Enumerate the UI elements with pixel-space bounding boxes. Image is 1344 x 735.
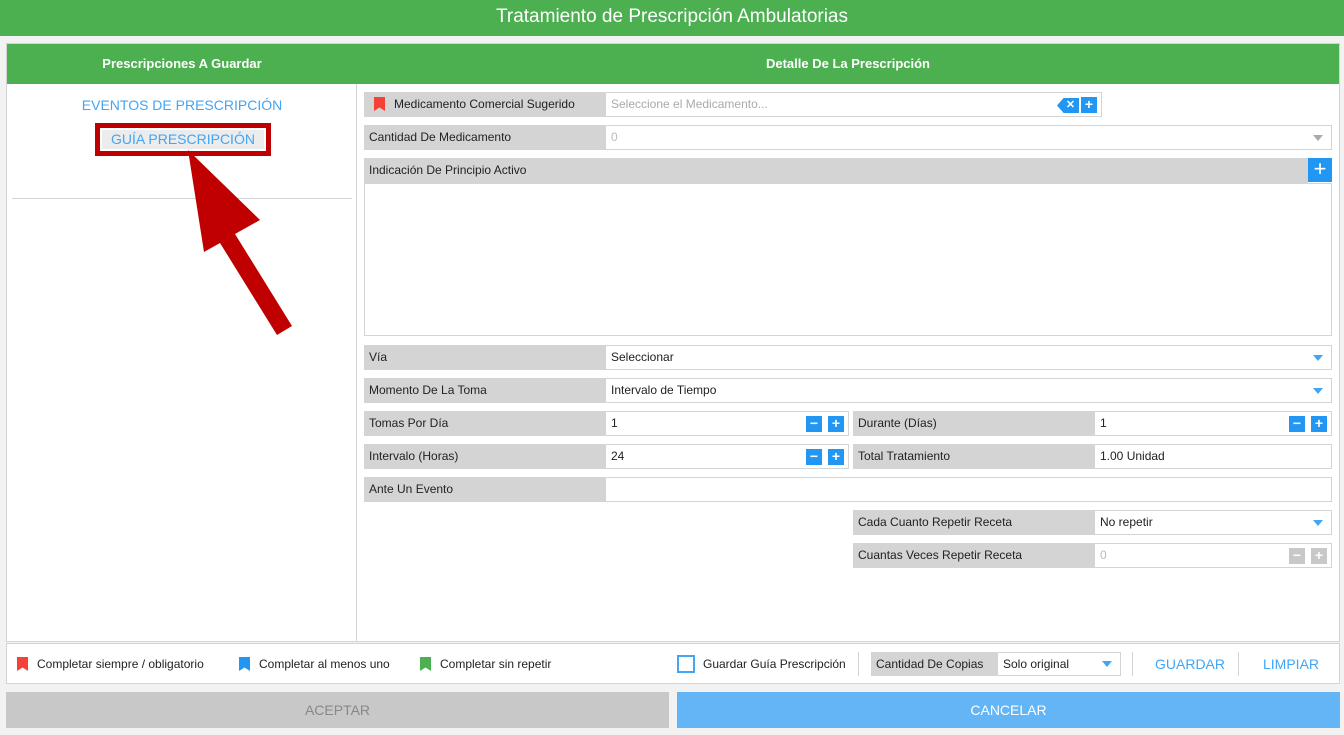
ante-evento-field[interactable] xyxy=(605,477,1332,502)
guardar-guia-checkbox[interactable] xyxy=(677,655,695,673)
momento-select[interactable]: Intervalo de Tiempo xyxy=(605,378,1332,403)
durante-label: Durante (Días) xyxy=(853,411,1094,436)
intervalo-label: Intervalo (Horas) xyxy=(364,444,605,469)
ante-evento-label: Ante Un Evento xyxy=(364,477,605,502)
chevron-down-icon xyxy=(1313,520,1323,526)
saved-prescriptions-title: Prescripciones A Guardar xyxy=(102,56,262,71)
medicamento-label: Medicamento Comercial Sugerido xyxy=(364,92,605,117)
via-label: Vía xyxy=(364,345,605,370)
cada-cuanto-select[interactable]: No repetir xyxy=(1094,510,1332,535)
add-medicamento-button[interactable]: + xyxy=(1081,97,1097,113)
annotation-arrow-icon xyxy=(188,150,292,335)
divider xyxy=(1132,652,1133,676)
tomas-stepper[interactable]: 1 − + xyxy=(605,411,849,436)
eventos-prescripcion-link[interactable]: EVENTOS DE PRESCRIPCIÓN xyxy=(7,97,357,113)
tomas-increment-button[interactable]: + xyxy=(828,416,844,432)
window-title: Tratamiento de Prescripción Ambulatorias xyxy=(0,0,1344,36)
divider xyxy=(1238,652,1239,676)
panel-header: Prescripciones A Guardar Detalle De La P… xyxy=(7,44,1339,84)
cuantas-veces-stepper[interactable]: 0 − + xyxy=(1094,543,1332,568)
cuantas-veces-decrement-button: − xyxy=(1289,548,1305,564)
guardar-button[interactable]: GUARDAR xyxy=(1155,656,1225,672)
momento-label: Momento De La Toma xyxy=(364,378,605,403)
add-indicacion-button[interactable]: + xyxy=(1308,158,1332,182)
intervalo-decrement-button[interactable]: − xyxy=(806,449,822,465)
indicacion-label: Indicación De Principio Activo xyxy=(364,158,1308,183)
at-least-one-flag-icon xyxy=(239,657,250,671)
guia-prescripcion-link[interactable]: GUÍA PRESCRIPCIÓN xyxy=(102,130,264,149)
total-label: Total Tratamiento xyxy=(853,444,1094,469)
clear-icon[interactable]: ✕ xyxy=(1057,98,1079,113)
legend-required: Completar siempre / obligatorio xyxy=(37,657,204,671)
medicamento-select[interactable]: Seleccione el Medicamento... ✕ + xyxy=(605,92,1102,117)
intervalo-stepper[interactable]: 24 − + xyxy=(605,444,849,469)
legend-bar: Completar siempre / obligatorio Completa… xyxy=(6,643,1340,684)
copias-label: Cantidad De Copias xyxy=(871,652,997,676)
cuantas-veces-increment-button: + xyxy=(1311,548,1327,564)
guardar-guia-label: Guardar Guía Prescripción xyxy=(703,657,846,671)
cada-cuanto-label: Cada Cuanto Repetir Receta xyxy=(853,510,1094,535)
chevron-down-icon xyxy=(1313,388,1323,394)
cantidad-select[interactable]: 0 xyxy=(605,125,1332,150)
total-value: 1.00 Unidad xyxy=(1094,444,1332,469)
main-panel: Prescripciones A Guardar Detalle De La P… xyxy=(6,43,1340,642)
copias-select[interactable]: Solo original xyxy=(997,652,1121,676)
chevron-down-icon xyxy=(1313,135,1323,141)
durante-increment-button[interactable]: + xyxy=(1311,416,1327,432)
chevron-down-icon xyxy=(1313,355,1323,361)
tomas-decrement-button[interactable]: − xyxy=(806,416,822,432)
tomas-label: Tomas Por Día xyxy=(364,411,605,436)
durante-stepper[interactable]: 1 − + xyxy=(1094,411,1332,436)
legend-no-repeat: Completar sin repetir xyxy=(440,657,552,671)
required-flag-icon xyxy=(374,97,385,111)
intervalo-increment-button[interactable]: + xyxy=(828,449,844,465)
prescription-detail-title: Detalle De La Prescripción xyxy=(765,56,930,71)
required-flag-icon xyxy=(17,657,28,671)
chevron-down-icon xyxy=(1102,661,1112,667)
no-repeat-flag-icon xyxy=(420,657,431,671)
divider xyxy=(858,652,859,676)
indicacion-list[interactable] xyxy=(364,183,1332,336)
legend-at-least-one: Completar al menos uno xyxy=(259,657,390,671)
cantidad-label: Cantidad De Medicamento xyxy=(364,125,605,150)
aceptar-button[interactable]: ACEPTAR xyxy=(6,692,669,728)
limpiar-button[interactable]: LIMPIAR xyxy=(1263,656,1319,672)
durante-decrement-button[interactable]: − xyxy=(1289,416,1305,432)
cancelar-button[interactable]: CANCELAR xyxy=(677,692,1340,728)
via-select[interactable]: Seleccionar xyxy=(605,345,1332,370)
cuantas-veces-label: Cuantas Veces Repetir Receta xyxy=(853,543,1094,568)
